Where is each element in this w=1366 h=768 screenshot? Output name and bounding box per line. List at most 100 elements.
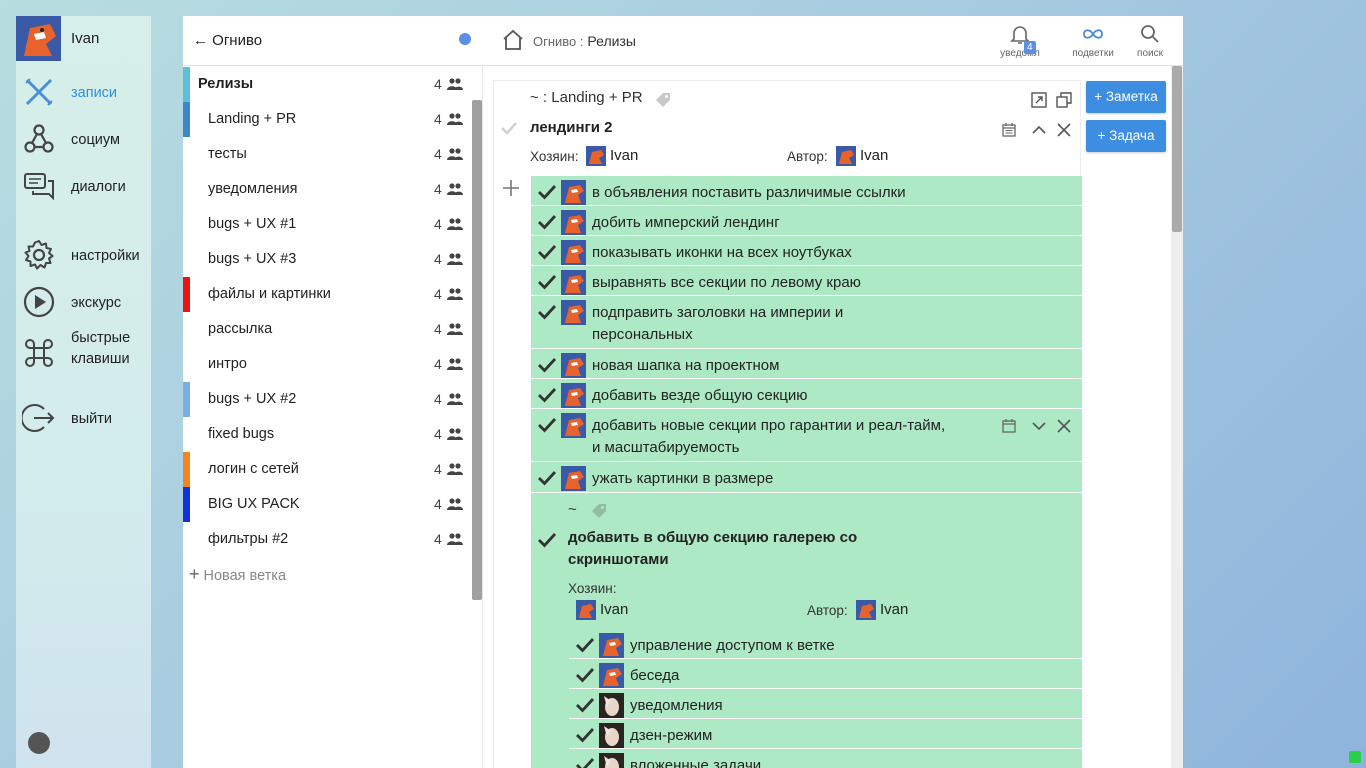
user-avatar[interactable] xyxy=(561,180,586,205)
check-icon[interactable] xyxy=(575,636,595,654)
branch-item[interactable]: рассылка 4 xyxy=(183,312,473,347)
check-icon[interactable] xyxy=(537,469,557,487)
breadcrumb-parent[interactable]: Огниво : xyxy=(533,34,584,49)
user-avatar[interactable] xyxy=(16,16,61,61)
subbranches-button[interactable]: подветки xyxy=(1063,22,1123,59)
task-row[interactable]: ужать картинки в размере xyxy=(531,462,1082,493)
subcard-path: ~ xyxy=(568,501,577,518)
branch-item[interactable]: логин с сетей 4 xyxy=(183,452,473,487)
branch-item[interactable]: BIG UX PACK 4 xyxy=(183,487,473,522)
home-icon[interactable] xyxy=(501,28,525,52)
user-avatar[interactable] xyxy=(599,633,624,658)
user-avatar[interactable] xyxy=(599,693,624,718)
branch-item[interactable]: фильтры #2 4 xyxy=(183,522,473,557)
tag-icon[interactable] xyxy=(590,502,608,520)
new-branch-button[interactable]: + Новая ветка xyxy=(189,564,286,585)
task-text: добавить везде общую секцию xyxy=(592,385,808,407)
nav-social[interactable]: социум xyxy=(16,118,151,158)
nav-tour[interactable]: экскурс xyxy=(16,281,151,321)
task-row[interactable]: выравнять все секции по левому краю xyxy=(531,266,1082,296)
branch-item[interactable]: файлы и картинки 4 xyxy=(183,277,473,312)
branch-item[interactable]: тесты 4 xyxy=(183,137,473,172)
subbranches-label: подветки xyxy=(1072,48,1114,59)
check-icon[interactable] xyxy=(537,273,557,291)
subtask-row[interactable]: вложенные задачи xyxy=(569,749,1082,768)
nav-logout[interactable]: выйти xyxy=(16,397,151,437)
close-icon[interactable] xyxy=(1055,121,1073,139)
task-row[interactable]: добить имперский лендинг xyxy=(531,206,1082,236)
check-icon[interactable] xyxy=(537,183,557,201)
scrollbar-thumb[interactable] xyxy=(1172,66,1182,232)
subtask-row[interactable]: дзен-режим xyxy=(569,719,1082,749)
task-row[interactable]: в объявления поставить различимые ссылки xyxy=(531,176,1082,206)
search-button[interactable]: поиск xyxy=(1120,22,1180,59)
collapse-icon[interactable] xyxy=(1030,121,1048,139)
branch-item[interactable]: bugs + UX #1 4 xyxy=(183,207,473,242)
user-avatar[interactable] xyxy=(561,270,586,295)
content-scrollbar[interactable] xyxy=(1171,66,1183,768)
user-avatar[interactable] xyxy=(599,723,624,748)
task-row[interactable]: показывать иконки на всех ноутбуках xyxy=(531,236,1082,266)
back-link[interactable]: ← Огниво xyxy=(193,32,262,49)
member-count: 4 xyxy=(434,251,442,267)
check-icon[interactable] xyxy=(537,356,557,374)
add-note-button[interactable]: + Заметка xyxy=(1086,81,1166,113)
check-icon[interactable] xyxy=(537,416,557,434)
nav-notes[interactable]: записи xyxy=(16,71,151,111)
check-icon[interactable] xyxy=(537,531,557,549)
branch-color-stripe xyxy=(183,312,190,347)
task-row[interactable]: добавить везде общую секцию xyxy=(531,379,1082,409)
check-icon[interactable] xyxy=(537,386,557,404)
calendar-icon[interactable] xyxy=(1000,121,1018,139)
check-icon[interactable] xyxy=(537,213,557,231)
user-avatar[interactable] xyxy=(561,466,586,491)
branch-item[interactable]: fixed bugs 4 xyxy=(183,417,473,452)
check-icon[interactable] xyxy=(575,726,595,744)
branch-item[interactable]: bugs + UX #3 4 xyxy=(183,242,473,277)
branch-item[interactable]: интро 4 xyxy=(183,347,473,382)
branch-list-scrollbar[interactable] xyxy=(472,100,482,600)
user-avatar[interactable] xyxy=(561,353,586,378)
nav-dialogs[interactable]: диалоги xyxy=(16,165,151,205)
expand-icon[interactable] xyxy=(1030,91,1048,109)
branch-item[interactable]: уведомления 4 xyxy=(183,172,473,207)
calendar-icon[interactable] xyxy=(1000,417,1018,435)
user-avatar[interactable] xyxy=(599,753,624,768)
check-icon[interactable] xyxy=(575,696,595,714)
task-row[interactable]: подправить заголовки на империи и персона… xyxy=(531,296,1082,349)
user-avatar[interactable] xyxy=(561,383,586,408)
user-avatar[interactable] xyxy=(599,663,624,688)
check-icon[interactable] xyxy=(575,666,595,684)
chevron-down-icon[interactable] xyxy=(1030,417,1048,435)
nav-settings[interactable]: настройки xyxy=(16,234,151,274)
check-icon[interactable] xyxy=(575,756,595,768)
user-avatar[interactable] xyxy=(561,300,586,325)
task-row[interactable]: новая шапка на проектном xyxy=(531,349,1082,379)
user-avatar[interactable] xyxy=(561,210,586,235)
user-avatar[interactable] xyxy=(561,240,586,265)
notifications-button[interactable]: 4 уведомл xyxy=(990,22,1050,59)
check-icon[interactable] xyxy=(537,243,557,261)
add-task-icon[interactable] xyxy=(500,177,522,199)
user-profile[interactable]: Ivan xyxy=(16,16,151,62)
subtask-row[interactable]: уведомления xyxy=(569,689,1082,719)
user-avatar[interactable] xyxy=(561,413,586,438)
author-avatar[interactable] xyxy=(856,600,876,620)
task-row[interactable]: добавить новые секции про гарантии и реа… xyxy=(531,409,1082,462)
branch-item[interactable]: Landing + PR 4 xyxy=(183,102,473,137)
add-task-button[interactable]: + Задача xyxy=(1086,120,1166,152)
tag-icon[interactable] xyxy=(654,91,672,109)
card-check-icon[interactable] xyxy=(500,119,518,137)
subtask-row[interactable]: беседа xyxy=(569,659,1082,689)
check-icon[interactable] xyxy=(537,303,557,321)
branch-item[interactable]: bugs + UX #2 4 xyxy=(183,382,473,417)
close-icon[interactable] xyxy=(1055,417,1073,435)
owner-avatar[interactable] xyxy=(586,146,606,166)
owner-avatar[interactable] xyxy=(576,600,596,620)
author-avatar[interactable] xyxy=(836,146,856,166)
people-icon xyxy=(447,288,463,300)
copy-icon[interactable] xyxy=(1055,91,1073,109)
nav-shortcuts[interactable]: быстрые клавиши xyxy=(16,328,151,378)
branch-head[interactable]: Релизы 4 xyxy=(183,67,473,102)
subtask-row[interactable]: управление доступом к ветке xyxy=(569,629,1082,659)
